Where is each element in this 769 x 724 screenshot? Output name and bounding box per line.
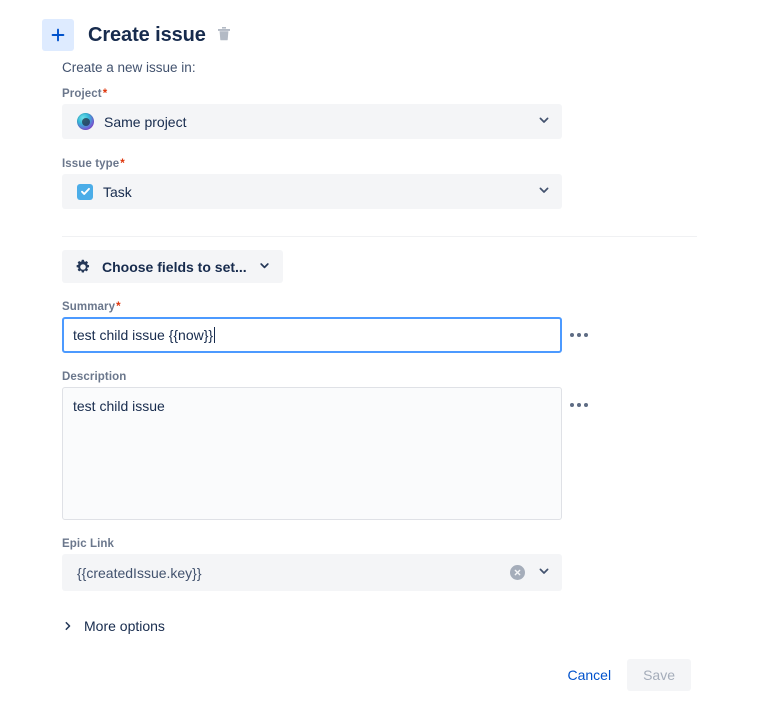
chevron-down-icon xyxy=(537,113,551,130)
ellipsis-icon xyxy=(584,333,588,337)
issue-type-select-value: Task xyxy=(103,183,132,200)
epic-link-label: Epic Link xyxy=(62,538,115,550)
description-field: Description test child issue xyxy=(62,371,562,520)
add-component-button[interactable] xyxy=(42,19,74,51)
required-marker: * xyxy=(120,158,125,170)
section-divider xyxy=(62,236,697,237)
project-label: Project* xyxy=(62,88,108,100)
description-input-value: test child issue xyxy=(73,398,165,414)
project-field: Project* Same project xyxy=(62,88,562,139)
chevron-right-icon xyxy=(62,620,74,632)
issue-type-field: Issue type* Task xyxy=(62,158,562,209)
cancel-button[interactable]: Cancel xyxy=(557,659,621,691)
more-options-toggle[interactable]: More options xyxy=(62,618,165,634)
form-subtitle: Create a new issue in: xyxy=(62,60,196,75)
chevron-down-icon xyxy=(258,259,271,275)
issue-type-label: Issue type* xyxy=(62,158,125,170)
project-select[interactable]: Same project xyxy=(62,104,562,139)
panel-header: Create issue xyxy=(42,18,233,52)
form-actions: Cancel Save xyxy=(557,659,691,691)
ellipsis-icon xyxy=(584,403,588,407)
required-marker: * xyxy=(116,301,121,313)
summary-input[interactable]: test child issue {{now}} xyxy=(62,317,562,353)
page-title: Create issue xyxy=(88,23,206,46)
summary-more-button[interactable] xyxy=(570,333,588,337)
summary-label: Summary* xyxy=(62,301,121,313)
ellipsis-icon xyxy=(577,403,581,407)
summary-input-value: test child issue {{now}} xyxy=(73,327,214,343)
ellipsis-icon xyxy=(570,333,574,337)
create-issue-panel: Create issue Create a new issue in: Proj… xyxy=(0,0,769,724)
description-more-button[interactable] xyxy=(570,403,588,407)
issue-type-select[interactable]: Task xyxy=(62,174,562,209)
choose-fields-button[interactable]: Choose fields to set... xyxy=(62,250,283,283)
gear-icon xyxy=(75,259,91,275)
epic-link-select[interactable]: {{createdIssue.key}} xyxy=(62,554,562,591)
project-avatar-icon xyxy=(77,113,94,130)
description-label: Description xyxy=(62,371,127,383)
chevron-down-icon xyxy=(537,564,551,581)
more-options-label: More options xyxy=(84,618,165,634)
task-icon xyxy=(77,183,93,200)
summary-field: Summary* test child issue {{now}} xyxy=(62,301,562,353)
save-button[interactable]: Save xyxy=(627,659,691,691)
choose-fields-label: Choose fields to set... xyxy=(102,258,247,275)
epic-link-value: {{createdIssue.key}} xyxy=(77,564,202,581)
plus-icon xyxy=(50,27,66,43)
chevron-down-icon xyxy=(537,183,551,200)
ellipsis-icon xyxy=(570,403,574,407)
description-input[interactable]: test child issue xyxy=(62,387,562,520)
project-select-value: Same project xyxy=(104,113,187,130)
ellipsis-icon xyxy=(577,333,581,337)
required-marker: * xyxy=(102,88,108,100)
clear-circle-icon[interactable] xyxy=(510,565,525,580)
trash-icon xyxy=(217,26,231,47)
delete-button[interactable] xyxy=(215,26,233,46)
epic-link-field: Epic Link {{createdIssue.key}} xyxy=(62,538,562,591)
text-caret xyxy=(214,327,216,343)
